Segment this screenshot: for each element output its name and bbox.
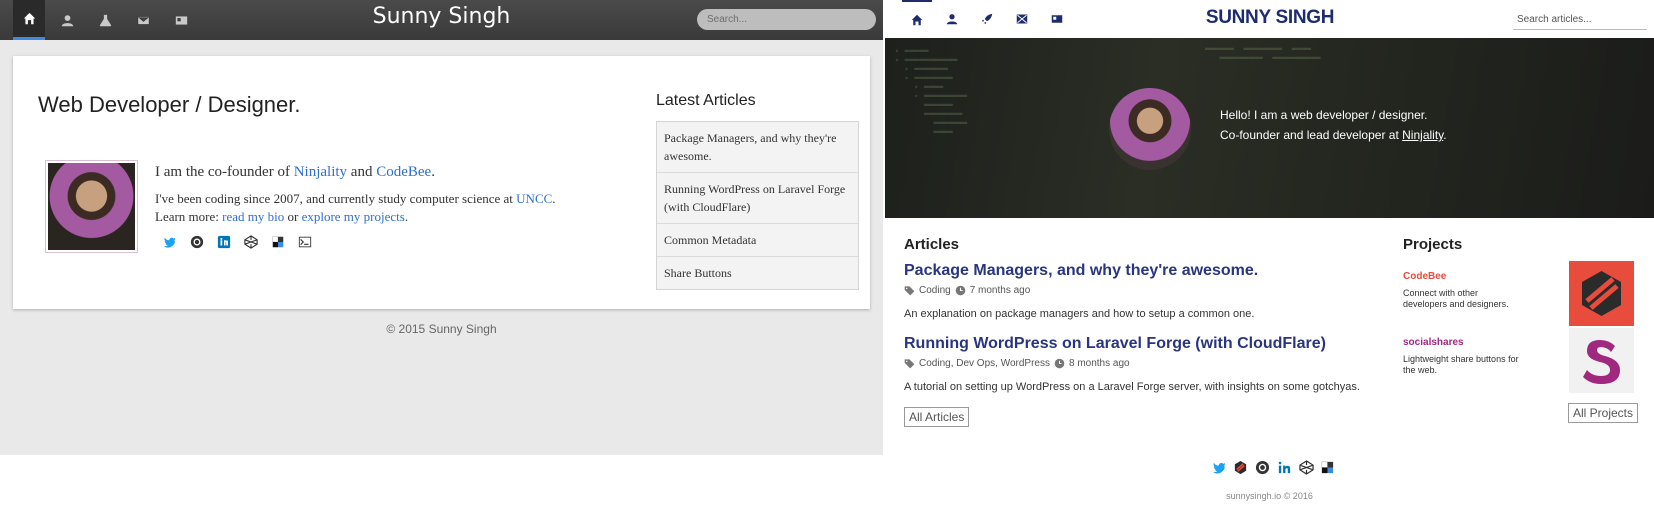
- terminal-icon[interactable]: [297, 234, 313, 250]
- article-time: 8 months ago: [1068, 358, 1130, 369]
- card-icon[interactable]: [1042, 0, 1072, 38]
- bio-text: .: [552, 191, 556, 206]
- bio-text: and: [347, 164, 377, 180]
- project-name-codebee[interactable]: CodeBee: [1403, 271, 1523, 282]
- bio-text: I've been coding since 2007, and current…: [155, 191, 517, 206]
- hero-intro: Hello! I am a web developer / designer. …: [1220, 105, 1447, 145]
- old-avatar: [45, 160, 138, 253]
- project-item: socialshares Lightweight share buttons f…: [1403, 337, 1523, 376]
- socialshares-logo[interactable]: [1569, 328, 1634, 393]
- bio-text: Learn more:: [155, 209, 223, 224]
- clock-icon: [955, 285, 966, 296]
- ninjality-link[interactable]: Ninjality: [1402, 128, 1443, 142]
- linkedin-icon[interactable]: [1276, 459, 1293, 476]
- bio-text: or: [284, 209, 302, 224]
- bio-text: .: [431, 164, 435, 180]
- explore-projects-link[interactable]: explore my projects: [302, 209, 405, 224]
- ninjality-link[interactable]: Ninjality: [294, 164, 347, 180]
- mail-icon[interactable]: [127, 0, 159, 40]
- old-search-input[interactable]: [697, 9, 876, 30]
- footer-social-links: [1205, 459, 1335, 477]
- old-headline: Web Developer / Designer.: [38, 92, 301, 117]
- bio-text: .: [404, 209, 409, 224]
- project-description: Connect with other developers and design…: [1403, 288, 1509, 309]
- latest-articles-title: Latest Articles: [656, 92, 756, 109]
- old-bio: I am the co-founder of Ninjality and Cod…: [155, 162, 556, 226]
- home-icon[interactable]: [902, 0, 932, 38]
- article-item: Package Managers, and why they're awesom…: [904, 260, 1374, 320]
- article-title[interactable]: Running WordPress on Laravel Forge (with…: [904, 333, 1374, 354]
- article-description: An explanation on package managers and h…: [904, 308, 1255, 320]
- mail-icon[interactable]: [1007, 0, 1037, 38]
- delicious-icon[interactable]: [270, 234, 286, 250]
- read-bio-link[interactable]: read my bio: [222, 209, 284, 224]
- rocket-icon[interactable]: [972, 0, 1002, 38]
- new-navbar: SUNNY SINGH: [885, 0, 1654, 38]
- twitter-icon[interactable]: [162, 234, 178, 250]
- codepen-icon[interactable]: [243, 234, 259, 250]
- tag-icon: [904, 359, 915, 369]
- old-footer: © 2015 Sunny Singh: [386, 322, 497, 336]
- latest-article-item[interactable]: Share Buttons: [657, 257, 858, 289]
- codebee-icon[interactable]: [1232, 459, 1249, 476]
- hero-code-background: ▸ ▬▬▬▬▬ ▸ ▬▬▬▬▬▬▬▬▬▬▬ ▸ ▬▬▬▬▬▬▬ ▸ ▬▬▬▬▬▬…: [895, 46, 968, 136]
- old-brand[interactable]: Sunny Singh: [300, 4, 583, 29]
- user-icon[interactable]: [937, 0, 967, 38]
- hero-text: Co-founder and lead developer at: [1220, 128, 1403, 142]
- old-navbar: Sunny Singh: [0, 0, 883, 40]
- hero-banner: ▸ ▬▬▬▬▬ ▸ ▬▬▬▬▬▬▬▬▬▬▬ ▸ ▬▬▬▬▬▬▬ ▸ ▬▬▬▬▬▬…: [885, 38, 1654, 218]
- bio-text: I am the co-founder of: [155, 164, 294, 180]
- card-icon[interactable]: [165, 0, 197, 40]
- old-latest-articles: Latest Articles Package Managers, and wh…: [656, 92, 859, 290]
- all-projects-button[interactable]: All Projects: [1568, 403, 1639, 423]
- codepen-icon[interactable]: [1298, 459, 1315, 476]
- old-site-screenshot: Sunny Singh Web Developer / Designer. I …: [0, 0, 883, 455]
- articles-title: Articles: [904, 236, 960, 253]
- article-tags[interactable]: Coding: [919, 285, 951, 296]
- projects-title: Projects: [1403, 236, 1463, 253]
- hero-line-1: Hello! I am a web developer / designer.: [1220, 108, 1428, 122]
- new-copyright: sunnysingh.io © 2016: [1226, 491, 1313, 501]
- old-main-card: Web Developer / Designer. I am the co-fo…: [13, 56, 870, 309]
- project-item: CodeBee Connect with other developers an…: [1403, 271, 1523, 310]
- all-articles-button[interactable]: All Articles: [904, 407, 970, 427]
- project-name-socialshares[interactable]: socialshares: [1403, 337, 1523, 348]
- github-icon[interactable]: [189, 234, 205, 250]
- latest-article-item[interactable]: Package Managers, and why they're awesom…: [657, 122, 858, 173]
- new-site-screenshot: SUNNY SINGH ▸ ▬▬▬▬▬ ▸ ▬▬▬▬▬▬▬▬▬▬▬ ▸ ▬▬▬▬…: [885, 0, 1654, 513]
- clock-icon: [1054, 358, 1065, 369]
- hero-code-background: ▬▬▬▬▬▬ ▬▬▬▬▬▬▬▬ ▬▬▬▬ ▬▬▬▬▬▬▬▬▬ ▬▬▬▬▬▬▬▬▬…: [1205, 44, 1321, 62]
- uncc-link[interactable]: UNCC: [516, 191, 552, 206]
- new-brand[interactable]: SUNNY SINGH: [1155, 7, 1385, 29]
- codebee-logo[interactable]: [1569, 261, 1634, 326]
- new-search-input[interactable]: [1513, 10, 1647, 30]
- hero-text: .: [1443, 128, 1447, 142]
- twitter-icon[interactable]: [1211, 459, 1228, 476]
- article-tags[interactable]: Coding, Dev Ops, WordPress: [919, 358, 1050, 369]
- project-description: Lightweight share buttons for the web.: [1403, 354, 1519, 375]
- github-icon[interactable]: [1254, 459, 1271, 476]
- article-time: 7 months ago: [969, 285, 1031, 296]
- article-description: A tutorial on setting up WordPress on a …: [904, 381, 1360, 393]
- hero-avatar: [1109, 88, 1191, 170]
- tag-icon: [904, 286, 915, 296]
- home-icon[interactable]: [13, 0, 45, 40]
- flask-icon[interactable]: [89, 0, 121, 40]
- codebee-link[interactable]: CodeBee: [376, 164, 431, 180]
- latest-article-item[interactable]: Running WordPress on Laravel Forge (with…: [657, 173, 858, 224]
- article-title[interactable]: Package Managers, and why they're awesom…: [904, 260, 1374, 281]
- article-meta: Coding 7 months ago: [904, 285, 1374, 296]
- user-icon[interactable]: [51, 0, 83, 40]
- delicious-icon[interactable]: [1319, 459, 1336, 476]
- article-item: Running WordPress on Laravel Forge (with…: [904, 333, 1374, 393]
- linkedin-icon[interactable]: [216, 234, 232, 250]
- latest-articles-list: Package Managers, and why they're awesom…: [656, 121, 859, 290]
- article-meta: Coding, Dev Ops, WordPress 8 months ago: [904, 358, 1374, 369]
- latest-article-item[interactable]: Common Metadata: [657, 224, 858, 257]
